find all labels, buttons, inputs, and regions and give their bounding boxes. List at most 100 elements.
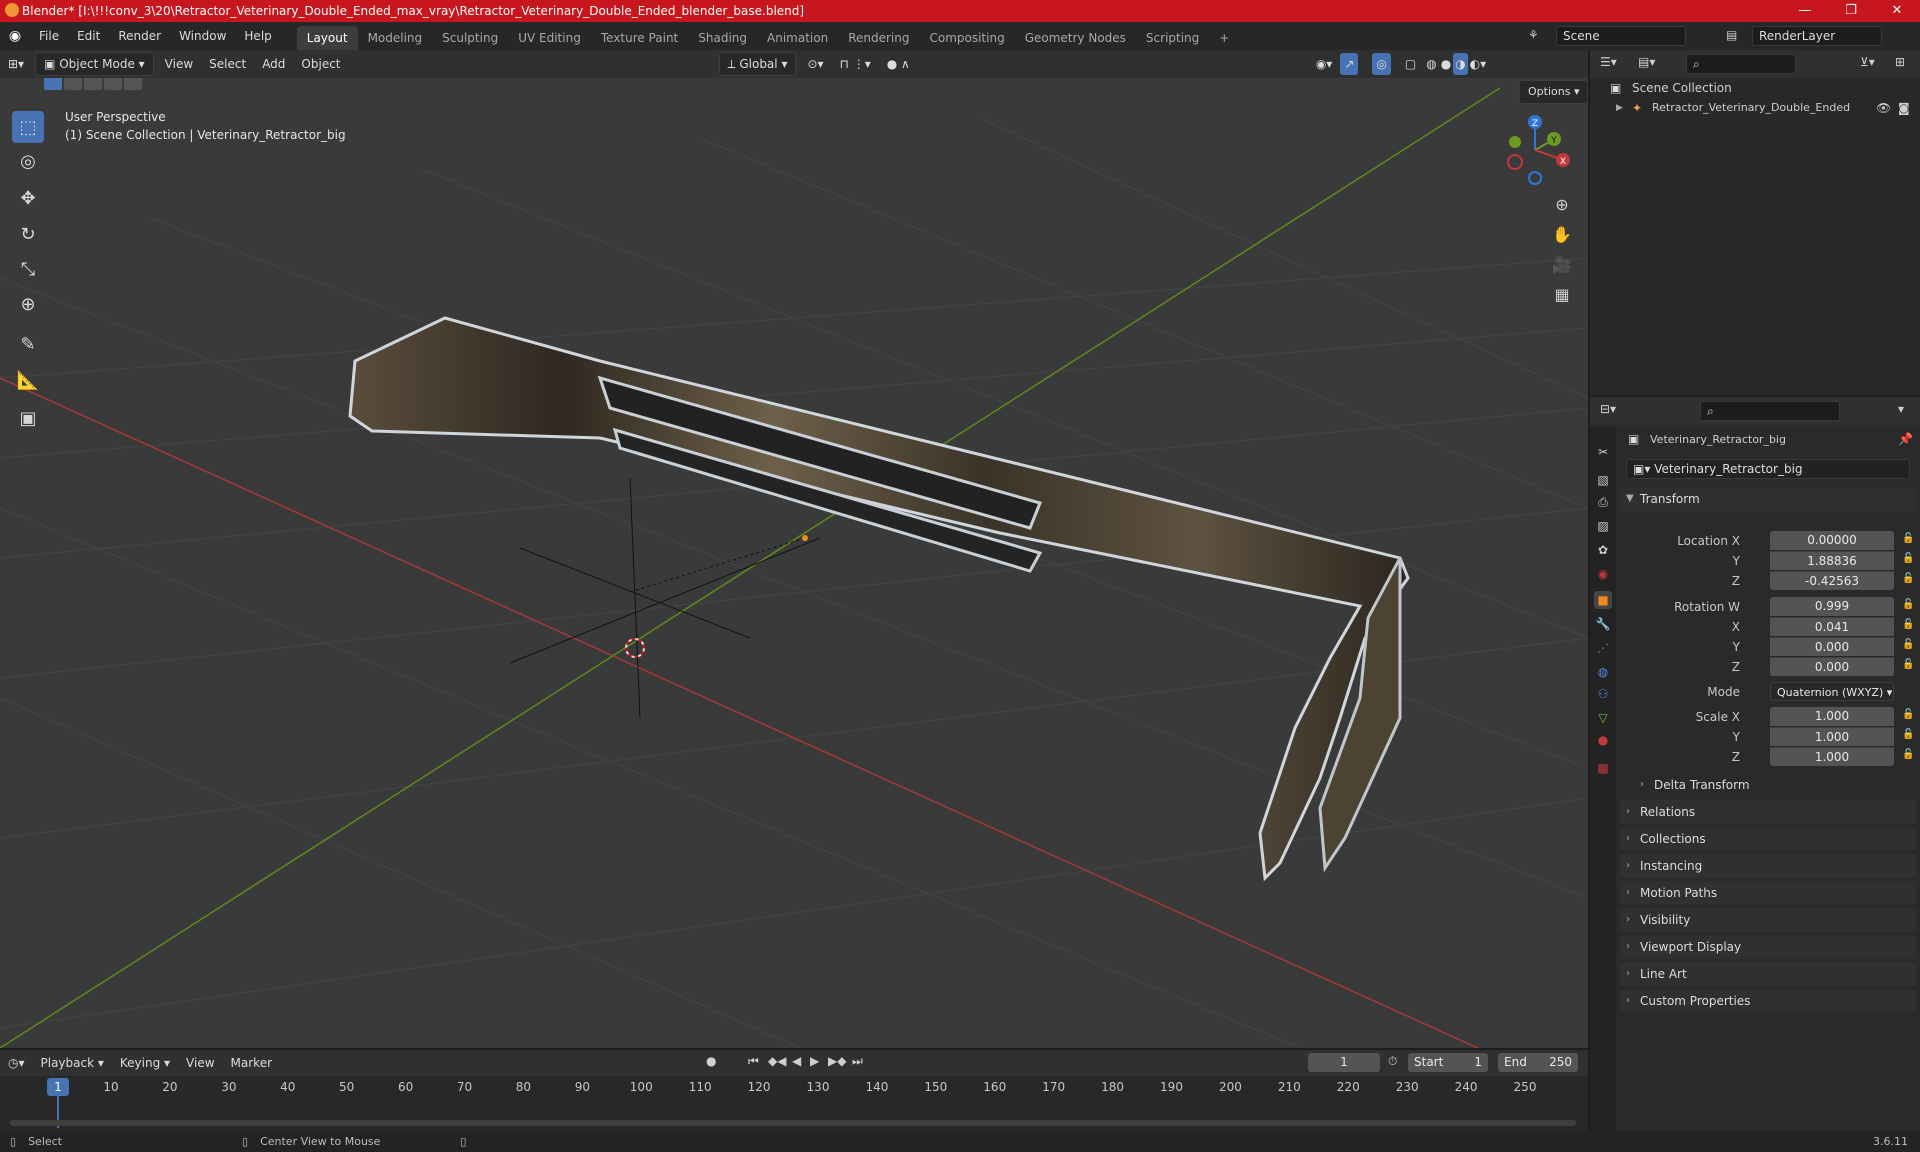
physics-tab-icon[interactable]: ◍ [1594,663,1612,681]
pivot-icon[interactable]: ⊙▾ [799,53,831,75]
lock-icon[interactable]: 🔓 [1902,659,1914,670]
ortho-grid-icon[interactable]: ▦ [1548,280,1576,308]
menu-edit[interactable]: Edit [68,22,109,50]
rotation-w-field[interactable]: 0.999 [1770,597,1894,616]
select-intersect-icon[interactable] [124,78,142,90]
proportional-edit-icon[interactable]: ● ∧ [879,53,918,75]
collections-section[interactable]: › Collections [1620,827,1916,851]
rotation-x-field[interactable]: 0.041 [1770,617,1894,636]
viewport-display-section[interactable]: › Viewport Display [1620,935,1916,959]
scene-tab-icon[interactable]: ✿ [1594,541,1612,559]
output-tab-icon[interactable]: ⎙ [1594,493,1612,511]
properties-options-icon[interactable]: ▾ [1898,402,1904,416]
shading-rendered-icon[interactable]: ◐▾ [1468,53,1489,75]
tab-uv-editing[interactable]: UV Editing [508,26,591,50]
location-z-field[interactable]: -0.42563 [1770,571,1894,590]
tab-rendering[interactable]: Rendering [838,26,919,50]
object-name-field[interactable]: ▣▾ Veterinary_Retractor_big [1626,459,1910,479]
mode-selector[interactable]: ▣ Object Mode ▾ [35,52,154,76]
location-x-field[interactable]: 0.00000 [1770,531,1894,550]
select-invert-icon[interactable] [104,78,122,90]
menu-add[interactable]: Add [254,53,293,75]
properties-search-input[interactable]: ⌕ [1700,401,1840,421]
tab-compositing[interactable]: Compositing [919,26,1014,50]
scene-name-field[interactable]: Scene [1556,26,1686,46]
rotation-z-field[interactable]: 0.000 [1770,657,1894,676]
lock-icon[interactable]: 🔓 [1902,599,1914,610]
tab-modeling[interactable]: Modeling [358,26,433,50]
tab-geometry-nodes[interactable]: Geometry Nodes [1015,26,1136,50]
annotate-tool-icon[interactable]: ✎ [12,328,44,360]
menu-help[interactable]: Help [235,22,280,50]
select-box-tool-icon[interactable]: ⬚ [12,111,44,143]
tab-animation[interactable]: Animation [757,26,838,50]
scale-z-field[interactable]: 1.000 [1770,747,1894,766]
transform-tool-icon[interactable]: ⊕ [12,288,44,320]
maximize-button[interactable]: ❐ [1828,0,1874,22]
rotation-y-field[interactable]: 0.000 [1770,637,1894,656]
object-tab-icon[interactable]: ■ [1594,591,1612,609]
select-new-icon[interactable] [44,78,62,90]
lock-icon[interactable]: 🔓 [1902,639,1914,650]
lock-icon[interactable]: 🔓 [1902,729,1914,740]
camera-view-icon[interactable]: 🎥 [1548,250,1576,278]
select-subtract-icon[interactable] [84,78,102,90]
xray-icon[interactable]: ▢ [1397,53,1424,75]
texture-tab-icon[interactable]: ▩ [1594,759,1612,777]
select-extend-icon[interactable] [64,78,82,90]
view-layer-tab-icon[interactable]: ▨ [1594,517,1612,535]
world-tab-icon[interactable]: ◉ [1594,565,1612,583]
delta-transform-section[interactable]: › Delta Transform [1634,773,1916,797]
render-camera-icon[interactable]: ◙ [1898,98,1910,118]
snap-icon[interactable]: ⊓ ⋮▾ [832,53,879,75]
navigation-gizmo[interactable]: Z Y X [1495,110,1575,190]
tab-layout[interactable]: Layout [296,26,358,50]
scale-tool-icon[interactable]: ⤡ [12,253,44,285]
options-button[interactable]: Options ▾ [1519,80,1588,104]
motion-paths-section[interactable]: › Motion Paths [1620,881,1916,905]
data-tab-icon[interactable]: ▽ [1594,709,1612,727]
new-collection-icon[interactable]: ⊞ [1895,55,1905,69]
orientation-selector[interactable]: ⟂ Global ▾ [718,52,797,76]
view-layer-field[interactable]: RenderLayer [1752,26,1882,46]
lock-icon[interactable]: 🔓 [1902,749,1914,760]
add-workspace-button[interactable]: + [1209,26,1239,50]
filter-icon[interactable]: ⊻▾ [1860,55,1875,69]
menu-render[interactable]: Render [109,22,170,50]
outliner-row-object[interactable]: ▶ ✦ Retractor_Veterinary_Double_Ended 👁 … [1590,98,1920,118]
visibility-icon[interactable]: ◉▾ [1308,53,1341,75]
relations-section[interactable]: › Relations [1620,800,1916,824]
display-mode-icon[interactable]: ▤▾ [1638,55,1655,69]
lock-icon[interactable]: 🔓 [1902,573,1914,584]
lock-icon[interactable]: 🔓 [1902,533,1914,544]
outliner-editor-icon[interactable]: ☰▾ [1600,55,1617,69]
line-art-section[interactable]: › Line Art [1620,962,1916,986]
scale-x-field[interactable]: 1.000 [1770,707,1894,726]
custom-properties-section[interactable]: › Custom Properties [1620,989,1916,1013]
frame-ruler[interactable]: 1 10 20 30 40 50 60 70 80 90 100 110 120 130 140 150 160… [0,1050,1588,1131]
menu-file[interactable]: File [30,22,68,50]
lock-icon[interactable]: 🔓 [1902,709,1914,720]
location-y-field[interactable]: 1.88836 [1770,551,1894,570]
transform-section-header[interactable]: ▼ Transform [1620,487,1916,511]
menu-object[interactable]: Object [293,53,348,75]
add-cube-tool-icon[interactable]: ▣ [12,402,44,434]
tab-sculpting[interactable]: Sculpting [432,26,508,50]
scene-selector-icon[interactable]: ⚘ [1528,28,1539,42]
menu-view[interactable]: View [157,53,201,75]
rotation-mode-select[interactable]: Quaternion (WXYZ) ▾ [1770,682,1894,701]
rotate-tool-icon[interactable]: ↻ [12,218,44,250]
tool-tab-icon[interactable]: ✂ [1594,443,1612,461]
constraints-tab-icon[interactable]: ⚇ [1594,685,1612,703]
menu-window[interactable]: Window [170,22,235,50]
hide-eye-icon[interactable]: 👁 [1876,98,1891,118]
tab-texture-paint[interactable]: Texture Paint [591,26,688,50]
modifier-tab-icon[interactable]: 🔧 [1594,615,1612,633]
blender-menu-icon[interactable]: ◉ [0,28,30,44]
menu-select[interactable]: Select [201,53,254,75]
shading-solid-icon[interactable]: ● [1439,53,1453,75]
expand-arrow-icon[interactable]: ▶ [1616,98,1623,118]
pan-hand-icon[interactable]: ✋ [1548,220,1576,248]
visibility-section[interactable]: › Visibility [1620,908,1916,932]
editor-type-icon[interactable]: ⊞▾ [0,53,32,75]
